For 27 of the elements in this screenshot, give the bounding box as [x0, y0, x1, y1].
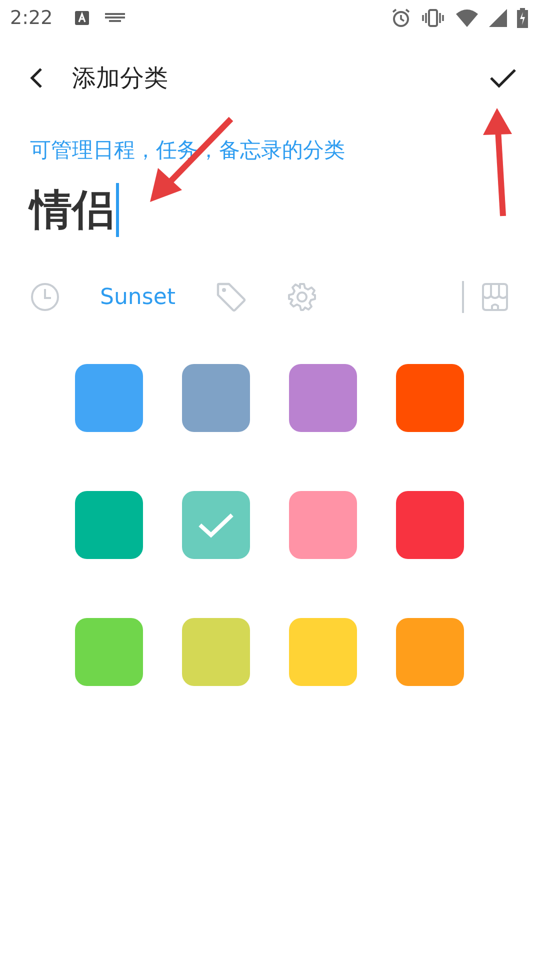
wifi-icon [455, 8, 479, 28]
color-swatch[interactable] [396, 491, 464, 559]
name-input-field[interactable]: 情侣 [30, 180, 230, 240]
check-icon [488, 66, 518, 90]
color-swatch[interactable] [396, 364, 464, 432]
color-swatch[interactable] [182, 491, 250, 559]
settings-icon[interactable] [287, 282, 318, 312]
signal-icon [489, 9, 507, 27]
color-swatch[interactable] [289, 618, 357, 686]
keyboard-icon [104, 13, 125, 23]
color-swatch[interactable] [75, 618, 143, 686]
color-swatch[interactable] [396, 618, 464, 686]
color-swatch[interactable] [75, 491, 143, 559]
battery-charging-icon [517, 8, 528, 28]
status-time: 2:22 [10, 7, 53, 29]
alarm-icon [391, 8, 411, 28]
color-swatch[interactable] [75, 364, 143, 432]
color-swatch[interactable] [289, 364, 357, 432]
page-title: 添加分类 [72, 63, 168, 94]
color-swatch[interactable] [182, 364, 250, 432]
color-swatch[interactable] [182, 618, 250, 686]
clock-icon[interactable] [30, 282, 60, 312]
color-swatch[interactable] [289, 491, 357, 559]
keyboard-a-icon [74, 11, 89, 25]
tag-icon[interactable] [215, 281, 248, 313]
store-icon[interactable] [480, 282, 510, 312]
vibrate-icon [421, 8, 445, 28]
